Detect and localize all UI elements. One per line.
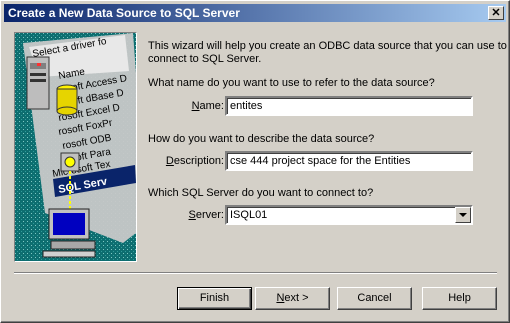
intro-line: connect to SQL Server. xyxy=(148,53,262,65)
help-button[interactable]: Help xyxy=(422,287,497,310)
next-button[interactable]: Next > xyxy=(255,287,330,310)
odbc-driver-graphic: Select a driver fo Name rosoft Access D … xyxy=(15,33,136,261)
description-label-mnemonic: D xyxy=(165,155,174,167)
database-icon xyxy=(56,84,78,116)
next-button-label: ext > xyxy=(284,292,309,304)
server-dropdown-button[interactable] xyxy=(455,207,471,223)
close-icon: ✕ xyxy=(491,7,501,19)
description-question: How do you want to describe the data sou… xyxy=(148,133,375,145)
window-title: Create a New Data Source to SQL Server xyxy=(8,6,240,20)
description-value: cse 444 project space for the Entities xyxy=(230,155,411,167)
chevron-down-icon xyxy=(459,213,467,217)
wizard-illustration: Select a driver fo Name rosoft Access D … xyxy=(14,32,137,262)
name-label-rest: ame: xyxy=(199,100,224,112)
server-label-rest: erver: xyxy=(195,209,224,221)
description-label-rest: escription: xyxy=(173,155,224,167)
button-separator xyxy=(14,272,497,274)
description-field[interactable]: cse 444 project space for the Entities xyxy=(225,151,473,171)
close-button[interactable]: ✕ xyxy=(488,6,504,20)
intro-line: This wizard will help you create an ODBC… xyxy=(148,40,507,52)
server-question: Which SQL Server do you want to connect … xyxy=(148,187,374,199)
server-value: ISQL01 xyxy=(230,209,268,221)
name-value: entites xyxy=(230,100,263,112)
server-icon xyxy=(26,56,50,110)
name-question: What name do you want to use to refer to… xyxy=(148,77,435,89)
name-label: Name: xyxy=(186,100,224,112)
intro-text: This wizard will help you create an ODBC… xyxy=(148,40,507,66)
description-label: Description: xyxy=(161,155,224,167)
finish-button[interactable]: Finish xyxy=(177,287,252,310)
wizard-dialog: Create a New Data Source to SQL Server ✕… xyxy=(0,0,510,323)
name-label-mnemonic: N xyxy=(191,100,200,112)
name-field[interactable]: entites xyxy=(225,96,473,116)
server-combobox[interactable]: ISQL01 xyxy=(225,205,473,225)
title-bar[interactable]: Create a New Data Source to SQL Server ✕ xyxy=(4,4,506,22)
server-label-mnemonic: S xyxy=(188,209,196,221)
cancel-button[interactable]: Cancel xyxy=(337,287,412,310)
server-label: Server: xyxy=(181,209,224,221)
